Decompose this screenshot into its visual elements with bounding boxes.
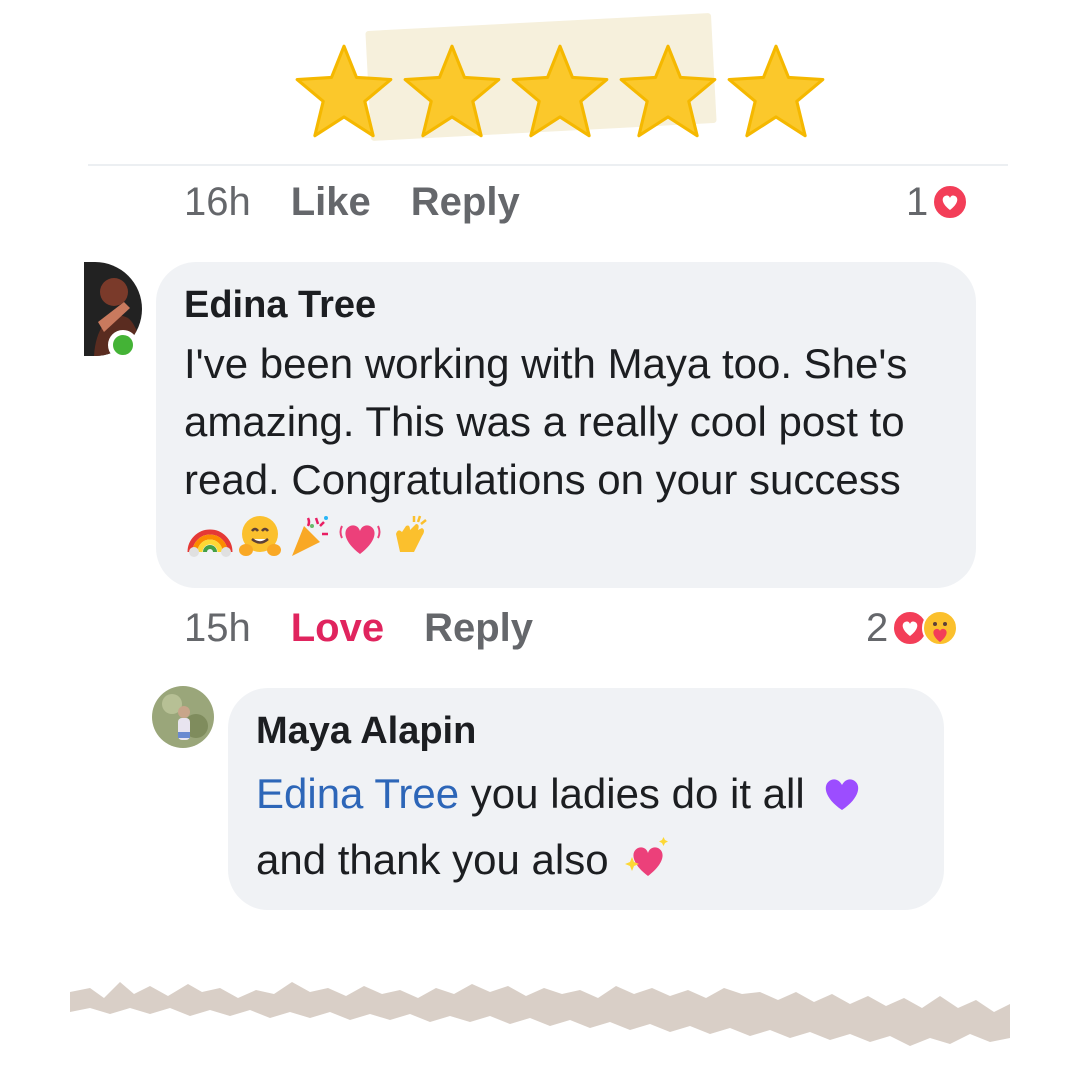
divider [88, 164, 1008, 166]
comment-timestamp[interactable]: 16h [184, 180, 251, 225]
reply-bubble[interactable]: Maya Alapin Edina Tree you ladies do it … [228, 688, 944, 910]
star-icon [295, 44, 393, 138]
love-reaction-icon [932, 184, 969, 220]
star-icon [403, 44, 501, 138]
comment-meta-row: 15h Love Reply [184, 598, 573, 658]
comment-text: I've been working with Maya too. She's a… [184, 335, 948, 567]
avatar-maya-alapin[interactable] [152, 686, 214, 748]
love-button[interactable]: Love [291, 606, 384, 651]
clapping-hands-emoji-icon [396, 515, 427, 552]
avatar-image [152, 686, 214, 748]
reply-body-line1: you ladies do it all [459, 770, 805, 817]
growing-heart-emoji-icon [339, 525, 381, 554]
online-status-indicator [108, 330, 138, 360]
reply-body-line2: and thank you also [256, 836, 609, 883]
party-popper-emoji-icon [292, 516, 328, 556]
comment-timestamp[interactable]: 15h [184, 606, 251, 651]
star-icon [511, 44, 609, 138]
care-reaction-icon [922, 610, 959, 646]
reply-button[interactable]: Reply [411, 180, 520, 225]
rainbow-emoji-icon [187, 529, 233, 557]
star-rating [292, 40, 832, 150]
star-icon [619, 44, 717, 138]
reaction-count: 2 [866, 605, 889, 650]
reaction-summary[interactable]: 2 [866, 604, 959, 652]
comment-meta-row: 16h Like Reply [184, 172, 560, 232]
reply-text: Edina Tree you ladies do it all and than… [256, 761, 916, 893]
sparkling-heart-emoji-icon [625, 837, 669, 876]
reply-button[interactable]: Reply [424, 606, 533, 651]
torn-paper-decoration [70, 982, 1010, 1046]
reaction-count: 1 [906, 179, 929, 224]
purple-heart-emoji-icon [826, 779, 859, 810]
mention-link[interactable]: Edina Tree [256, 770, 459, 817]
hugging-face-emoji-icon [239, 516, 281, 556]
reaction-summary[interactable]: 1 [906, 178, 969, 226]
star-icon [727, 44, 825, 138]
comment-body: I've been working with Maya too. She's a… [184, 340, 908, 503]
comment-author[interactable]: Edina Tree [184, 284, 948, 327]
comment-bubble[interactable]: Edina Tree I've been working with Maya t… [156, 262, 976, 588]
reply-author[interactable]: Maya Alapin [256, 710, 916, 753]
like-button[interactable]: Like [291, 180, 371, 225]
